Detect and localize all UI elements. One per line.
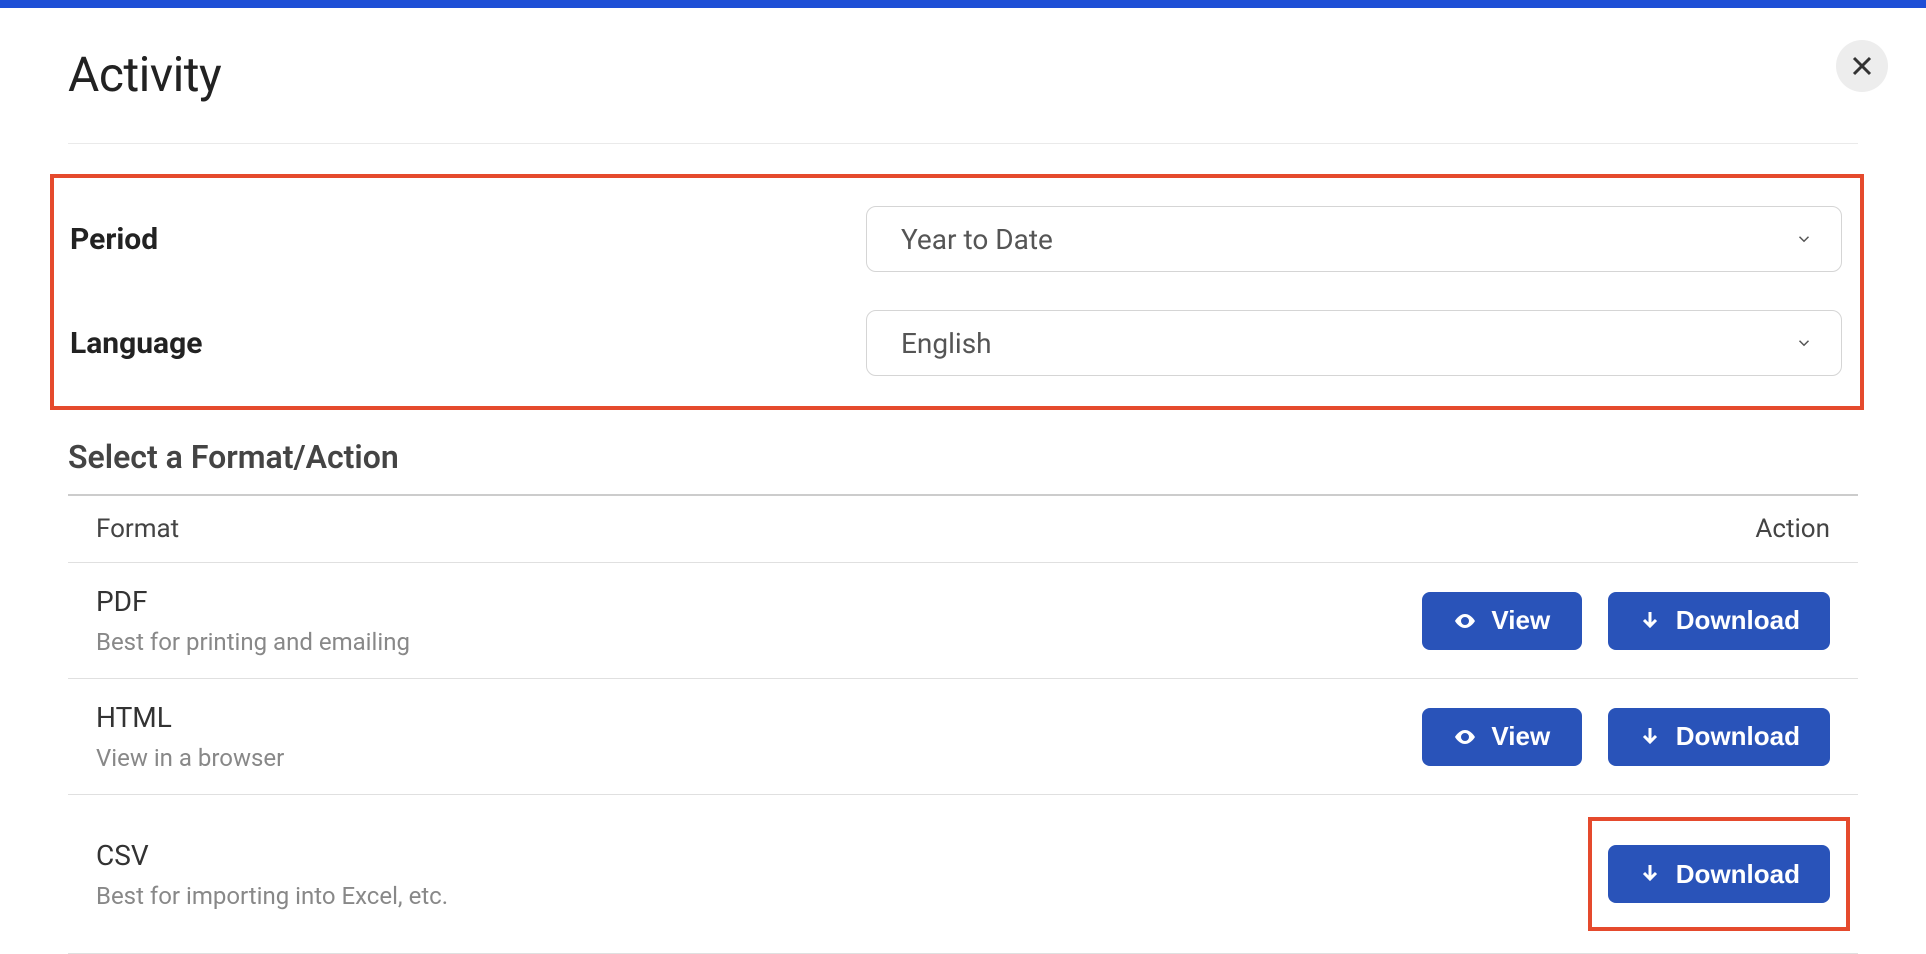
language-select-value: English (901, 327, 992, 360)
download-icon (1638, 609, 1662, 633)
download-label: Download (1676, 859, 1800, 890)
language-row: Language English (66, 310, 1848, 376)
view-label: View (1491, 605, 1550, 636)
download-button-csv[interactable]: Download (1608, 845, 1830, 903)
download-label: Download (1676, 721, 1800, 752)
row-title: PDF (96, 585, 1422, 618)
modal-header: Activity (68, 46, 1858, 144)
row-desc: Best for printing and emailing (96, 628, 1422, 656)
eye-icon (1453, 725, 1477, 749)
table-row-html: HTML View in a browser View (68, 679, 1858, 795)
language-label: Language (66, 326, 866, 361)
activity-modal: Activity Period Year to Date Langua (0, 8, 1926, 954)
close-icon (1850, 54, 1874, 78)
period-select[interactable]: Year to Date (866, 206, 1842, 272)
chevron-down-icon (1795, 334, 1813, 352)
modal-title: Activity (68, 46, 221, 103)
table-row-csv: CSV Best for importing into Excel, etc. … (68, 795, 1858, 954)
download-icon (1638, 725, 1662, 749)
period-select-value: Year to Date (901, 223, 1053, 256)
table-row-pdf: PDF Best for printing and emailing View (68, 563, 1858, 679)
view-button-pdf[interactable]: View (1422, 592, 1582, 650)
row-title: HTML (96, 701, 1422, 734)
format-table: Format Action PDF Best for printing and … (68, 494, 1858, 954)
row-text: PDF Best for printing and emailing (96, 585, 1422, 656)
row-text: CSV Best for importing into Excel, etc. (96, 839, 1114, 910)
eye-icon (1453, 609, 1477, 633)
close-button[interactable] (1836, 40, 1888, 92)
view-button-html[interactable]: View (1422, 708, 1582, 766)
period-label: Period (66, 222, 866, 257)
language-select[interactable]: English (866, 310, 1842, 376)
period-row: Period Year to Date (66, 206, 1848, 272)
actions: View Download (1422, 708, 1830, 766)
row-desc: Best for importing into Excel, etc. (96, 882, 1114, 910)
view-label: View (1491, 721, 1550, 752)
actions: View Download (1422, 592, 1830, 650)
top-accent-bar (0, 0, 1926, 8)
csv-highlight-box: Download (1588, 817, 1850, 931)
download-button-pdf[interactable]: Download (1608, 592, 1830, 650)
row-text: HTML View in a browser (96, 701, 1422, 772)
header-format: Format (96, 514, 179, 544)
actions: Download (1608, 845, 1830, 903)
row-title: CSV (96, 839, 1114, 872)
download-label: Download (1676, 605, 1800, 636)
row-desc: View in a browser (96, 744, 1422, 772)
download-icon (1638, 862, 1662, 886)
chevron-down-icon (1795, 230, 1813, 248)
download-button-html[interactable]: Download (1608, 708, 1830, 766)
header-action: Action (1755, 514, 1830, 544)
filters-highlight-box: Period Year to Date Language English (50, 174, 1864, 410)
table-header: Format Action (68, 494, 1858, 563)
section-title: Select a Format/Action (68, 438, 1858, 476)
